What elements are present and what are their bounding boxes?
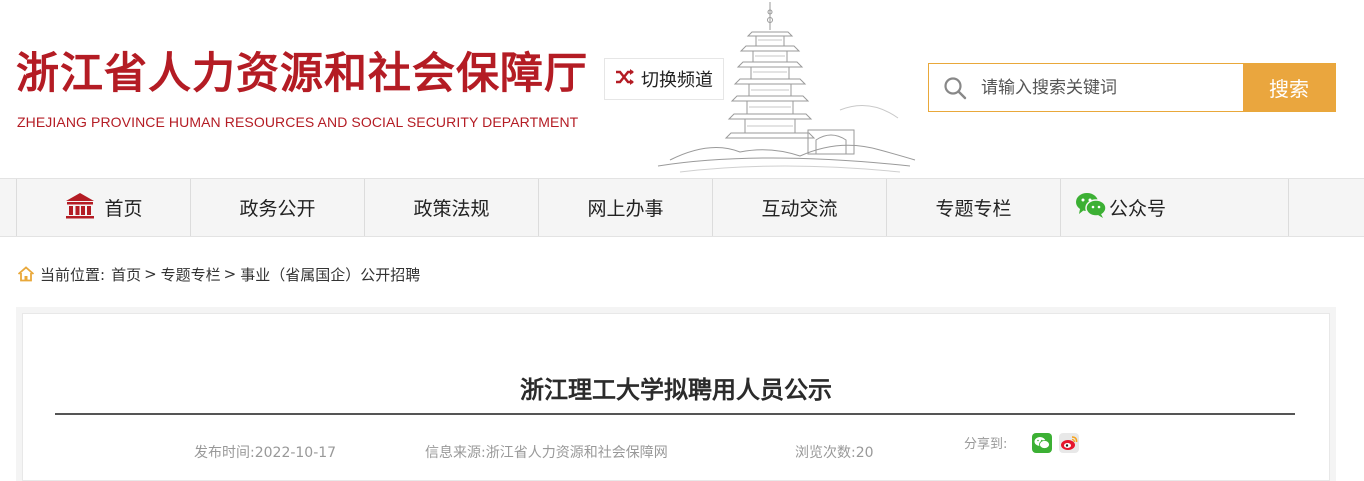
nav-item-label: 政务公开 [239, 198, 316, 220]
nav-item-interaction[interactable]: 互动交流 [712, 179, 886, 236]
weibo-share-icon[interactable] [1059, 433, 1079, 453]
nav-item-label: 公众号 [1109, 198, 1167, 220]
nav-divider [1288, 179, 1289, 236]
site-header: 浙江省人力资源和社会保障厅 ZHEJIANG PROVINCE HUMAN RE… [0, 0, 1364, 178]
nav-item-special-topics[interactable]: 专题专栏 [886, 179, 1060, 236]
location-home-icon [17, 266, 35, 282]
breadcrumb-separator: > [144, 265, 157, 283]
share-label: 分享到: [964, 437, 1008, 452]
wechat-share-icon[interactable] [1032, 433, 1052, 453]
search-icon[interactable] [929, 64, 981, 111]
nav-item-label: 互动交流 [761, 198, 838, 220]
wechat-icon [1075, 192, 1107, 223]
article-panel: 浙江理工大学拟聘用人员公示 发布时间:2022-10-17 信息来源:浙江省人力… [22, 313, 1330, 481]
search-box: 搜索 [928, 63, 1336, 112]
search-button[interactable]: 搜索 [1243, 64, 1335, 111]
main-nav: 首页 政务公开 政策法规 网上办事 互动交流 专题专栏 公众号 [0, 178, 1364, 237]
breadcrumb-link-recruitment[interactable]: 事业（省属国企）公开招聘 [240, 264, 420, 285]
site-logo-subtitle: ZHEJIANG PROVINCE HUMAN RESOURCES AND SO… [17, 114, 579, 130]
breadcrumb: 当前位置: 首页 > 专题专栏 > 事业（省属国企）公开招聘 [17, 264, 420, 284]
nav-item-label: 首页 [104, 198, 143, 220]
title-divider [55, 413, 1295, 415]
article-title: 浙江理工大学拟聘用人员公示 [520, 376, 832, 404]
home-icon [64, 191, 96, 224]
breadcrumb-label: 当前位置: [40, 265, 106, 284]
breadcrumb-link-home[interactable]: 首页 [111, 264, 141, 285]
info-source: 信息来源:浙江省人力资源和社会保障网 [425, 445, 668, 461]
nav-item-government-affairs[interactable]: 政务公开 [190, 179, 364, 236]
nav-item-policies[interactable]: 政策法规 [364, 179, 538, 236]
pagoda-illustration [657, 2, 916, 173]
breadcrumb-link-special-topics[interactable]: 专题专栏 [161, 264, 221, 285]
publish-time: 发布时间:2022-10-17 [194, 445, 337, 461]
nav-item-home[interactable]: 首页 [16, 179, 190, 236]
nav-item-label: 专题专栏 [935, 198, 1012, 220]
article-container: 浙江理工大学拟聘用人员公示 发布时间:2022-10-17 信息来源:浙江省人力… [16, 307, 1336, 481]
view-count: 浏览次数:20 [795, 445, 874, 461]
site-logo-title[interactable]: 浙江省人力资源和社会保障厅 [16, 44, 588, 104]
nav-item-label: 网上办事 [587, 198, 664, 220]
nav-item-online-services[interactable]: 网上办事 [538, 179, 712, 236]
nav-item-label: 政策法规 [413, 198, 490, 220]
nav-item-official-account[interactable]: 公众号 [1060, 179, 1288, 236]
search-input[interactable] [981, 64, 1243, 111]
breadcrumb-separator: > [223, 265, 237, 283]
shuffle-icon [615, 68, 635, 90]
